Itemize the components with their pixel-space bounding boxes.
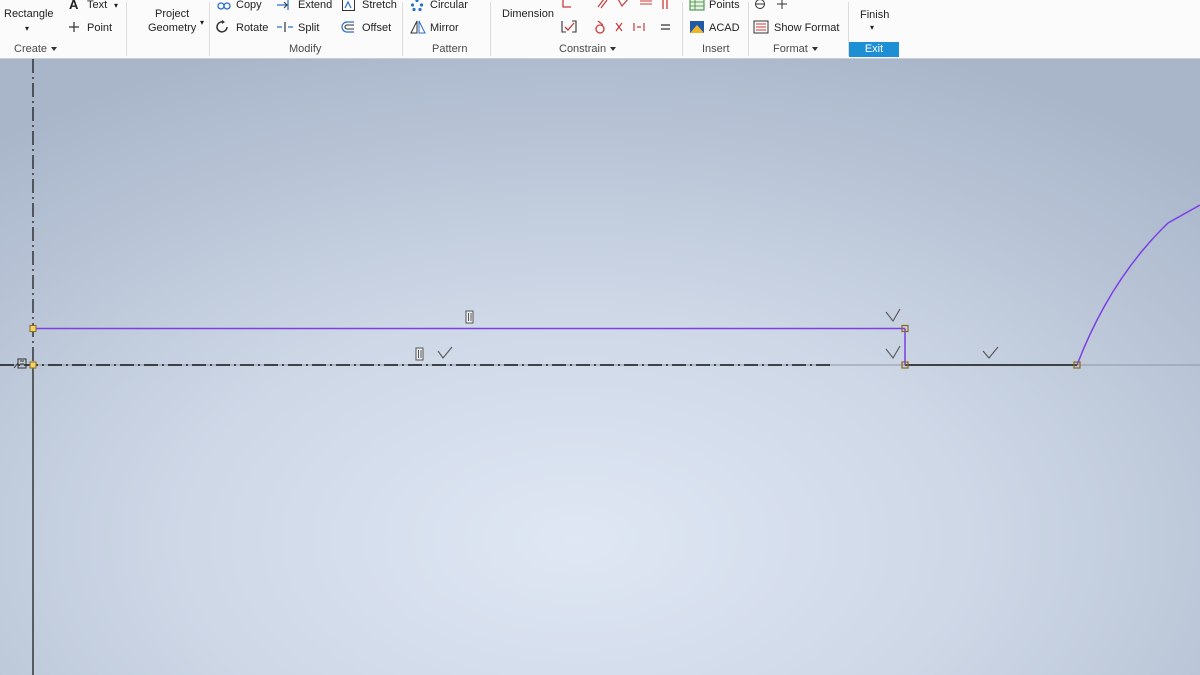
insert-points-button[interactable]: Points: [709, 0, 740, 12]
check-constraint-icon[interactable]: [885, 308, 901, 322]
separator: [209, 2, 210, 56]
fix-constraint-icon[interactable]: [13, 358, 27, 369]
copy-button[interactable]: Copy: [236, 0, 262, 12]
constraint-icons-row1[interactable]: [560, 0, 680, 11]
exit-group-label[interactable]: Exit: [849, 42, 899, 57]
finish-sketch-button[interactable]: Finish: [860, 9, 889, 22]
acad-icon: [690, 21, 704, 33]
mirror-icon: [410, 20, 426, 34]
extend-button[interactable]: Extend: [298, 0, 332, 12]
mirror-button[interactable]: Mirror: [430, 22, 459, 35]
rectangle-button[interactable]: Rectangle: [4, 8, 54, 21]
check-constraint-icon[interactable]: [885, 345, 901, 359]
project-geometry-label-line2[interactable]: Geometry: [148, 22, 196, 35]
circular-pattern-button[interactable]: Circular: [430, 0, 468, 12]
offset-icon: [341, 21, 354, 33]
insert-group-label: Insert: [702, 43, 730, 55]
parallel-constraint-icon[interactable]: [465, 310, 474, 324]
parallel-constraint-icon[interactable]: [415, 347, 424, 361]
format-icons-row[interactable]: [753, 0, 793, 11]
separator: [682, 2, 683, 56]
sketch-canvas[interactable]: [0, 59, 1200, 675]
create-group-label[interactable]: Create: [14, 43, 58, 56]
separator: [402, 2, 403, 56]
separator: [748, 2, 749, 56]
separator: [126, 2, 127, 56]
pattern-group-label: Pattern: [432, 43, 468, 55]
separator: [490, 2, 491, 56]
constraint-icons-row2[interactable]: [560, 19, 675, 35]
show-format-button[interactable]: Show Format: [774, 22, 839, 35]
copy-icon: [217, 2, 231, 10]
point-icon: [69, 22, 79, 32]
stretch-button[interactable]: Stretch: [362, 0, 397, 12]
ribbon-toolbar: Rectangle ▾ A Text ▾ Point Create Projec…: [0, 0, 1200, 59]
points-icon: [689, 0, 705, 11]
sketch-geometry: [0, 59, 1200, 675]
extend-icon: [277, 0, 289, 10]
dimension-button[interactable]: Dimension: [502, 8, 554, 21]
check-constraint-icon[interactable]: [982, 346, 999, 359]
stretch-icon: [342, 0, 355, 11]
text-icon: A: [69, 0, 79, 10]
text-button[interactable]: Text: [87, 0, 107, 12]
endpoint-marker[interactable]: [29, 325, 37, 332]
split-button[interactable]: Split: [298, 22, 319, 35]
rotate-button[interactable]: Rotate: [236, 22, 268, 35]
show-format-icon: [753, 20, 769, 34]
rotate-icon: [216, 20, 228, 33]
point-button[interactable]: Point: [87, 22, 112, 35]
origin-point-marker[interactable]: [29, 361, 37, 369]
circular-pattern-icon: [410, 0, 424, 12]
rectangle-dropdown-icon[interactable]: ▾: [25, 22, 29, 35]
insert-acad-button[interactable]: ACAD: [709, 22, 740, 35]
split-icon: [277, 22, 293, 32]
text-dropdown-icon[interactable]: ▾: [114, 0, 118, 12]
check-constraint-icon[interactable]: [437, 346, 453, 359]
finish-dropdown-icon[interactable]: ▾: [870, 21, 874, 34]
svg-text:A: A: [69, 0, 79, 10]
profile-arc[interactable]: [1076, 204, 1200, 366]
modify-group-label: Modify: [289, 43, 322, 55]
project-geometry-dropdown-icon[interactable]: ▾: [200, 16, 204, 29]
constrain-group-label[interactable]: Constrain: [559, 43, 617, 56]
project-geometry-label-line1[interactable]: Project: [155, 8, 189, 21]
format-group-label[interactable]: Format: [773, 43, 818, 56]
offset-button[interactable]: Offset: [362, 22, 391, 35]
